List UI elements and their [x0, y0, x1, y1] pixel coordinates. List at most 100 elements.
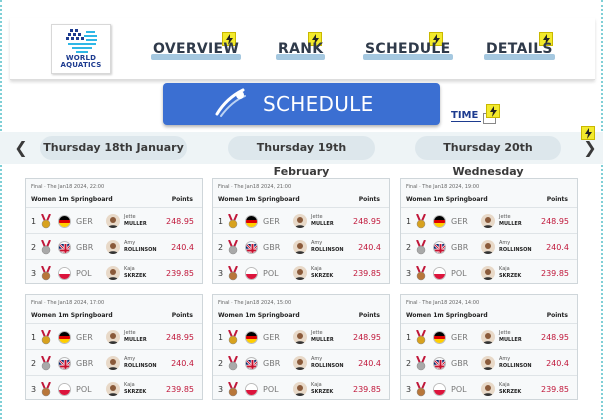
result-card[interactable]: Final · The Jan18 2024, 19:00 Women 1m Sp…: [400, 178, 578, 284]
rank-number: 1: [406, 217, 412, 226]
result-row[interactable]: 3 POL Kaja SKRZEK 239.85: [213, 375, 389, 401]
medal-icon: [39, 213, 53, 233]
athlete-first-name: Amy: [311, 240, 323, 246]
athlete-last-name: SKRZEK: [311, 389, 334, 395]
rank-number: 2: [218, 359, 224, 368]
card-event: Women 1m Springboard: [31, 196, 113, 203]
result-row[interactable]: 3 POL Kaja SKRZEK 239.85: [401, 259, 577, 285]
rank-number: 2: [31, 243, 37, 252]
score-value: 239.85: [353, 385, 381, 394]
country-code: POL: [451, 385, 467, 394]
card-event: Women 1m Springboard: [218, 196, 300, 203]
flag-gbr-icon: [58, 357, 71, 370]
flag-ger-icon: [433, 215, 446, 228]
result-row[interactable]: 2 GBR Amy ROLLINSON 240.4: [401, 349, 577, 375]
nav-rank-label: RANK: [278, 41, 324, 57]
country-code: POL: [263, 385, 279, 394]
medal-icon: [226, 239, 240, 259]
card-points-label: Points: [546, 312, 568, 319]
nav-details[interactable]: DETAILS: [484, 41, 555, 60]
country-code: GBR: [263, 243, 281, 252]
score-value: 239.85: [353, 269, 381, 278]
result-row[interactable]: 2 GBR Amy ROLLINSON 240.4: [26, 233, 202, 259]
medal-icon: [226, 213, 240, 233]
world-aquatics-logo[interactable]: WORLD AQUATICS: [51, 24, 111, 74]
result-row[interactable]: 3 POL Kaja SKRZEK 239.85: [26, 259, 202, 285]
nav-overview-label: OVERVIEW: [153, 41, 240, 57]
athlete-first-name: Kaja: [499, 382, 510, 388]
country-code: GER: [263, 217, 280, 226]
athlete-first-name: Jette: [311, 330, 323, 336]
result-row[interactable]: 2 GBR Amy ROLLINSON 240.4: [26, 349, 202, 375]
result-row[interactable]: 2 GBR Amy ROLLINSON 240.4: [401, 233, 577, 259]
result-row[interactable]: 3 POL Kaja SKRZEK 239.85: [26, 375, 202, 401]
result-card[interactable]: Final · The Jan18 2024, 22:00 Women 1m Sp…: [25, 178, 203, 284]
result-row[interactable]: 3 POL Kaja SKRZEK 239.85: [401, 375, 577, 401]
athlete-avatar: [293, 266, 307, 280]
score-value: 248.95: [541, 217, 569, 226]
athlete-first-name: Jette: [311, 214, 323, 220]
nav-schedule[interactable]: SCHEDULE: [363, 41, 453, 60]
result-row[interactable]: 2 GBR Amy ROLLINSON 240.4: [213, 349, 389, 375]
athlete-first-name: Amy: [311, 356, 323, 362]
card-header: Final · The Jan18 2024, 17:00: [31, 300, 105, 306]
score-value: 248.95: [166, 217, 194, 226]
athlete-avatar: [481, 240, 495, 254]
result-card[interactable]: Final · The Jan18 2024, 15:00 Women 1m Sp…: [212, 294, 390, 400]
result-row[interactable]: 2 GBR Amy ROLLINSON 240.4: [213, 233, 389, 259]
athlete-first-name: Kaja: [124, 382, 135, 388]
result-card[interactable]: Final · The Jan18 2024, 21:00 Women 1m Sp…: [212, 178, 390, 284]
result-row[interactable]: 1 GER Jette MULLER 248.95: [401, 207, 577, 233]
chevron-right-icon[interactable]: ❯: [583, 140, 597, 156]
rank-number: 3: [406, 385, 412, 394]
date-tab[interactable]: Thursday 20th Wednesday: [415, 136, 561, 178]
time-toggle[interactable]: TIME: [451, 110, 481, 122]
result-row[interactable]: 3 POL Kaja SKRZEK 239.85: [213, 259, 389, 285]
score-value: 248.95: [353, 217, 381, 226]
score-value: 248.95: [353, 333, 381, 342]
medal-icon: [226, 355, 240, 375]
rank-number: 2: [406, 243, 412, 252]
result-card[interactable]: Final · The Jan18 2024, 17:00 Women 1m Sp…: [25, 294, 203, 400]
time-underline: [451, 121, 481, 122]
result-row[interactable]: 1 GER Jette MULLER 248.95: [213, 207, 389, 233]
result-row[interactable]: 1 GER Jette MULLER 248.95: [26, 207, 202, 233]
result-row[interactable]: 1 GER Jette MULLER 248.95: [401, 323, 577, 349]
flag-pol-icon: [433, 267, 446, 280]
nav-rank[interactable]: RANK: [276, 41, 326, 60]
flag-pol-icon: [58, 383, 71, 396]
score-value: 239.85: [166, 269, 194, 278]
card-points-label: Points: [546, 196, 568, 203]
result-row[interactable]: 1 GER Jette MULLER 248.95: [26, 323, 202, 349]
athlete-first-name: Jette: [124, 214, 136, 220]
medal-icon: [414, 355, 428, 375]
athlete-last-name: SKRZEK: [499, 389, 522, 395]
athlete-avatar: [106, 266, 120, 280]
country-code: POL: [451, 269, 467, 278]
athlete-last-name: SKRZEK: [311, 273, 334, 279]
athlete-avatar: [481, 330, 495, 344]
athlete-first-name: Amy: [124, 240, 136, 246]
athlete-last-name: MULLER: [124, 221, 147, 227]
medal-icon: [414, 329, 428, 349]
chevron-left-icon[interactable]: ❮: [14, 140, 28, 156]
medal-icon: [414, 381, 428, 401]
medal-icon: [39, 239, 53, 259]
date-tab[interactable]: Thursday 19th February: [228, 136, 375, 178]
top-nav-bar: WORLD AQUATICS OVERVIEW RANK SCHEDULE DE…: [10, 18, 595, 80]
date-strip: ❮ Thursday 18th January Thursday 19th Fe…: [0, 132, 603, 178]
rank-number: 1: [31, 333, 37, 342]
result-row[interactable]: 1 GER Jette MULLER 248.95: [213, 323, 389, 349]
lightning-icon: [486, 104, 500, 118]
score-value: 239.85: [541, 269, 569, 278]
country-code: GBR: [76, 359, 94, 368]
flag-ger-icon: [58, 215, 71, 228]
date-tab[interactable]: Thursday 18th January: [40, 136, 187, 160]
rank-number: 1: [31, 217, 37, 226]
flag-ger-icon: [245, 215, 258, 228]
athlete-last-name: ROLLINSON: [499, 247, 532, 253]
card-header: Final · The Jan18 2024, 15:00: [218, 300, 292, 306]
rank-number: 3: [31, 269, 37, 278]
nav-overview[interactable]: OVERVIEW: [151, 41, 242, 60]
result-card[interactable]: Final · The Jan18 2024, 14:00 Women 1m Sp…: [400, 294, 578, 400]
